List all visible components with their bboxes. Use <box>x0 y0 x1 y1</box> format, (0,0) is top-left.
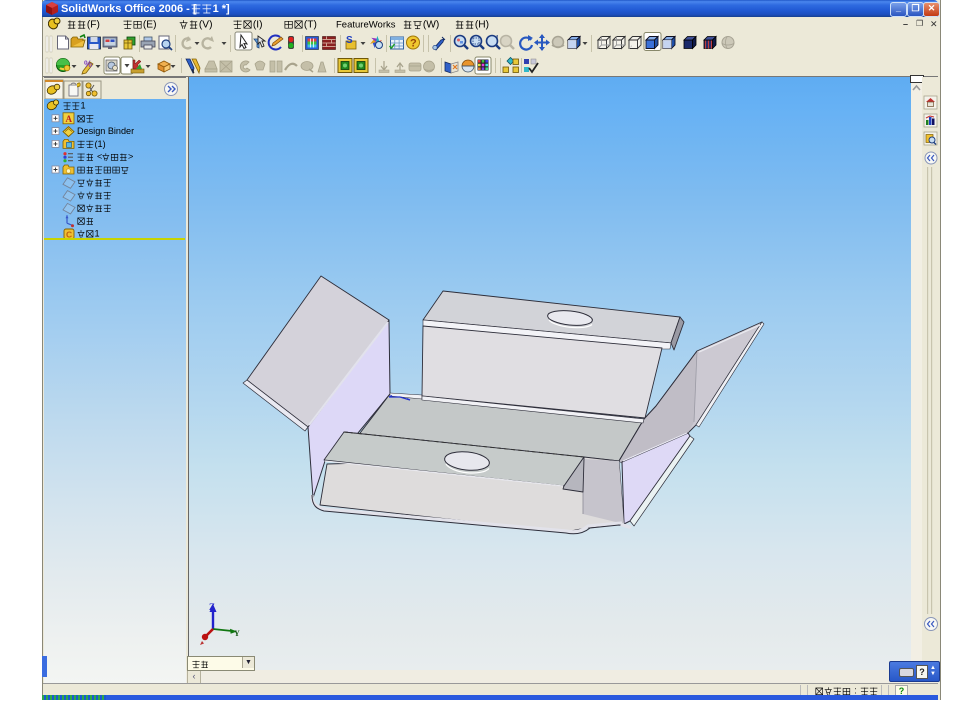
svg-text:(1): (1) <box>95 139 106 149</box>
svg-text:<: < <box>95 152 103 162</box>
svg-text:Y: Y <box>234 629 240 638</box>
svg-text:1 *]: 1 *] <box>213 3 230 15</box>
svg-text:(V): (V) <box>199 20 213 31</box>
svg-text:%: % <box>84 59 92 69</box>
svg-text:A: A <box>66 114 73 124</box>
svg-text:(E): (E) <box>143 20 157 31</box>
svg-text:(H): (H) <box>475 20 489 31</box>
svg-text:FeatureWorks: FeatureWorks <box>336 20 396 31</box>
svg-text:1: 1 <box>95 229 100 239</box>
svg-text:SolidWorks Office 2006 - [: SolidWorks Office 2006 - [ <box>61 3 197 15</box>
svg-text:(W): (W) <box>423 20 439 31</box>
svg-text:?: ? <box>410 38 417 50</box>
svg-text:(I): (I) <box>253 20 263 31</box>
svg-text:(T): (T) <box>304 20 317 31</box>
svg-text:S: S <box>346 35 353 46</box>
svg-text:Z: Z <box>209 602 215 612</box>
svg-text:(F): (F) <box>87 20 100 31</box>
svg-text:>: > <box>128 152 133 162</box>
svg-text:1: 1 <box>81 101 86 111</box>
svg-text:!: ! <box>496 35 498 42</box>
svg-text:Design Binder: Design Binder <box>77 126 134 136</box>
